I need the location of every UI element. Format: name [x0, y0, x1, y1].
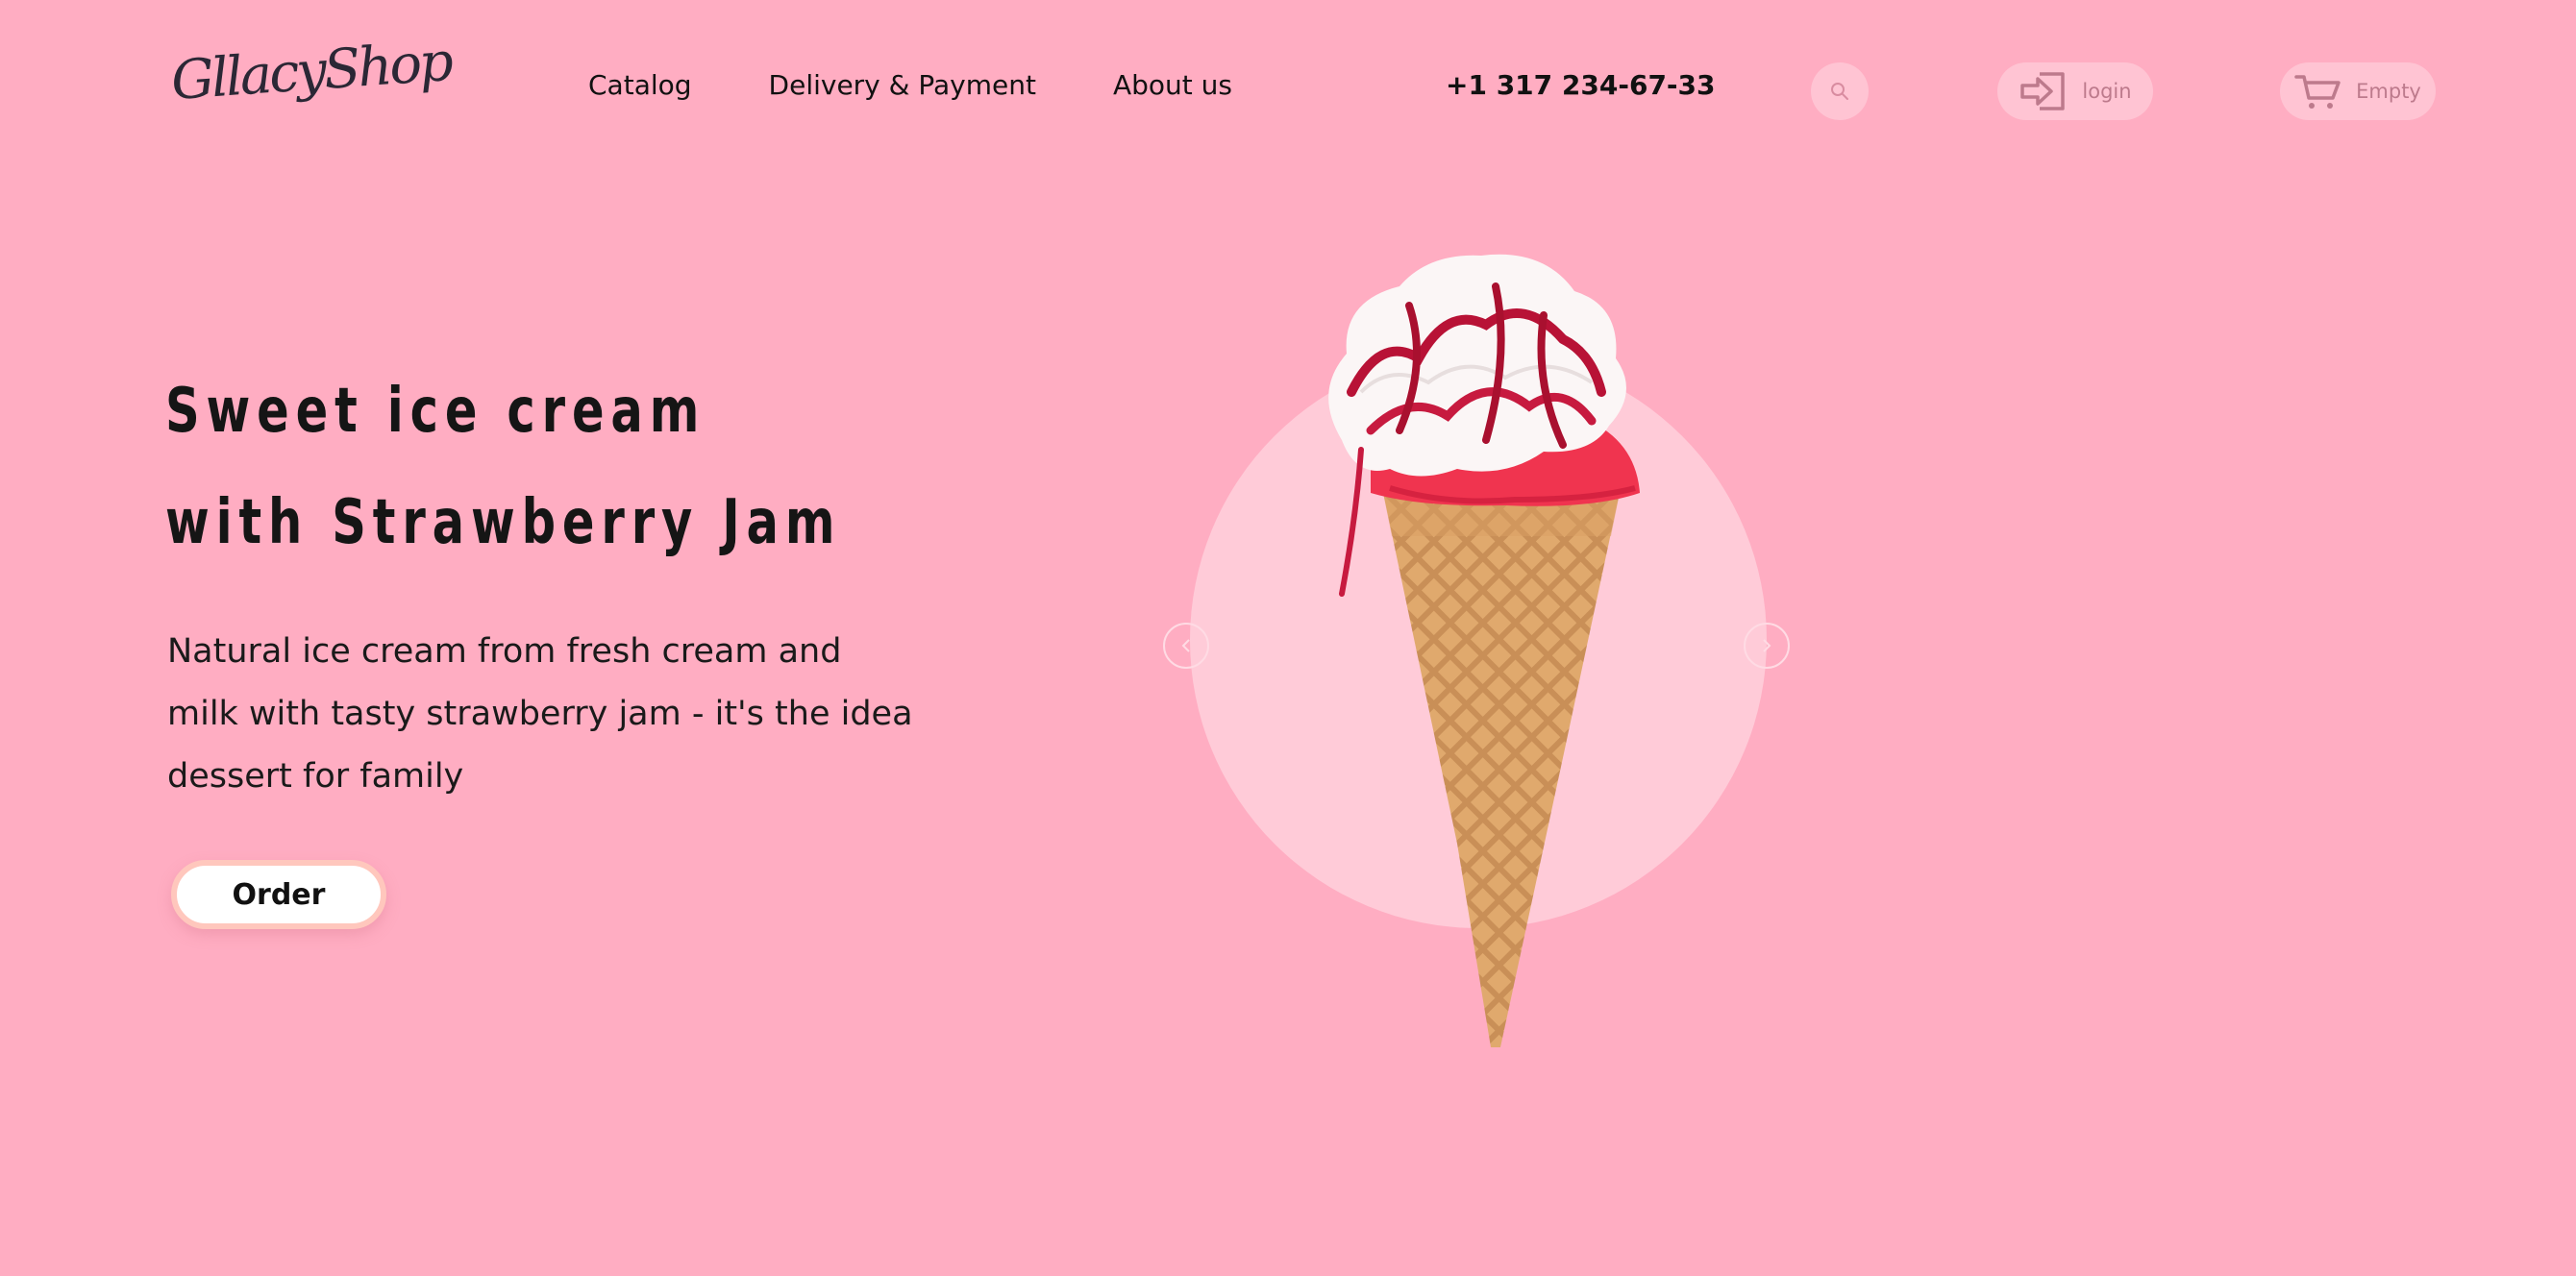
- nav-about-us[interactable]: About us: [1113, 69, 1232, 101]
- ice-cream-cone-image: [1328, 254, 1640, 1047]
- cart-button[interactable]: Empty: [2280, 62, 2436, 120]
- slider-next-button[interactable]: [1744, 623, 1790, 669]
- nav-delivery-payment[interactable]: Delivery & Payment: [769, 69, 1036, 101]
- cart-icon: [2294, 75, 2341, 109]
- slider-prev-button[interactable]: [1163, 623, 1209, 669]
- phone-number[interactable]: +1 317 234-67-33: [1446, 69, 1716, 101]
- hero-description: Natural ice cream from fresh cream and m…: [167, 632, 913, 796]
- search-icon: [1831, 83, 1848, 100]
- cart-label: Empty: [2356, 80, 2421, 103]
- nav-catalog[interactable]: Catalog: [588, 69, 692, 101]
- hero-title-line-2: with Strawberry Jam: [165, 487, 842, 558]
- chevron-left-icon: [1181, 639, 1190, 652]
- hero-title-line-1: Sweet ice cream: [165, 376, 706, 447]
- logo[interactable]: GllacyShop: [169, 31, 453, 112]
- login-icon: [2020, 72, 2066, 110]
- hero-title: Sweet ice cream with Strawberry Jam: [165, 356, 952, 578]
- search-button[interactable]: [1811, 62, 1869, 120]
- login-button[interactable]: login: [1997, 62, 2153, 120]
- main-nav: Catalog Delivery & Payment About us: [588, 69, 1232, 101]
- chevron-right-icon: [1763, 639, 1771, 652]
- order-button[interactable]: Order: [171, 860, 386, 929]
- login-label: login: [2082, 80, 2132, 103]
